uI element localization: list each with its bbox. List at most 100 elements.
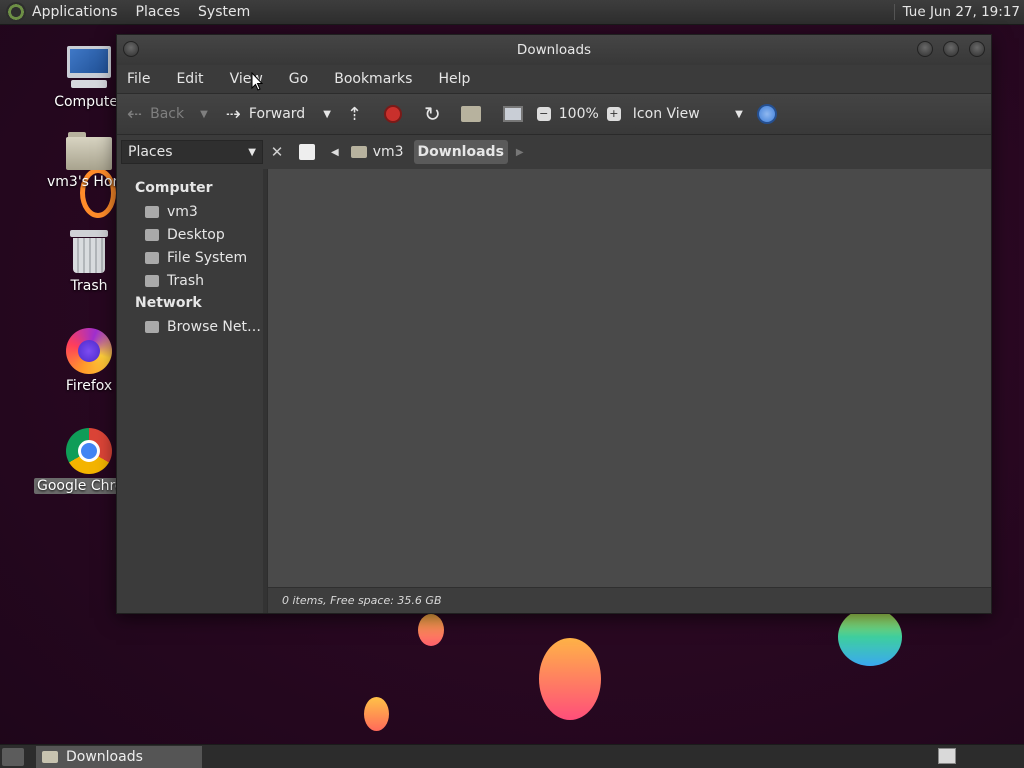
distro-logo-icon[interactable] xyxy=(6,2,26,22)
desktop-folder-icon xyxy=(145,228,159,241)
sidebar-item-label: File System xyxy=(167,249,248,266)
reload-icon: ↻ xyxy=(424,102,441,126)
panel-clock[interactable]: Tue Jun 27, 19:17 xyxy=(893,4,1020,20)
trash-icon xyxy=(70,228,108,274)
menu-go[interactable]: Go xyxy=(289,71,308,87)
zoom-in-button[interactable]: + xyxy=(606,107,621,121)
crumb-label: vm3 xyxy=(372,144,404,160)
search-button[interactable] xyxy=(756,104,777,124)
close-sidebar-icon[interactable]: ✕ xyxy=(267,143,287,161)
computer-icon xyxy=(65,46,113,90)
bottom-panel: Downloads xyxy=(0,744,1024,768)
top-panel: Applications Places System Tue Jun 27, 1… xyxy=(0,0,1024,25)
zoom-out-button[interactable]: − xyxy=(536,107,551,121)
panel-menu-system[interactable]: System xyxy=(198,4,250,20)
desktop-icon-label: Trash xyxy=(70,278,108,294)
panel-menu-places[interactable]: Places xyxy=(136,4,181,20)
wallpaper-bubble xyxy=(418,614,444,646)
sidebar-mode-select[interactable]: Places ▼ xyxy=(121,140,263,164)
view-mode-select[interactable]: Icon View ▼ xyxy=(633,106,743,122)
home-button[interactable] xyxy=(460,106,481,122)
stop-icon xyxy=(384,105,402,123)
chevron-down-icon: ▼ xyxy=(735,108,743,120)
up-button[interactable]: ⇡ xyxy=(347,104,370,125)
sidebar-item-label: vm3 xyxy=(167,203,198,220)
view-mode-value: Icon View xyxy=(632,106,700,122)
location-bar: Places ▼ ✕ ◀ vm3 Downloads ▶ xyxy=(117,135,991,169)
menu-edit[interactable]: Edit xyxy=(176,71,203,87)
window-title: Downloads xyxy=(516,42,592,58)
forward-arrow-icon: ⇢ xyxy=(225,103,241,125)
workspace-switcher-icon[interactable] xyxy=(938,748,956,764)
sidebar-heading-network: Network xyxy=(135,295,202,311)
toolbar: ⇠ Back ▼ ⇢ Forward ▼ ⇡ ↻ − 100% + Icon V… xyxy=(117,93,991,135)
window-titlebar[interactable]: Downloads xyxy=(117,35,991,65)
network-icon xyxy=(145,320,159,333)
home-folder-icon xyxy=(460,106,481,122)
trash-icon xyxy=(145,274,159,287)
sidebar-item-trash[interactable]: Trash xyxy=(117,269,263,292)
sidebar-item-desktop[interactable]: Desktop xyxy=(117,223,263,246)
folder-icon xyxy=(42,750,58,763)
forward-button[interactable]: ⇢ Forward ▼ xyxy=(226,104,331,125)
chevron-down-icon[interactable]: ▼ xyxy=(200,109,208,120)
computer-icon xyxy=(502,106,523,122)
sidebar-item-label: Desktop xyxy=(167,226,225,243)
drive-icon xyxy=(145,251,159,264)
sidebar-item-label: Trash xyxy=(167,272,204,289)
mouse-cursor-icon xyxy=(251,72,263,91)
window-content: Computer vm3 Desktop File System Trash N… xyxy=(117,169,991,613)
edit-location-icon[interactable] xyxy=(299,144,315,160)
zoom-in-icon: + xyxy=(606,107,621,121)
close-icon[interactable] xyxy=(969,41,985,57)
menu-bookmarks[interactable]: Bookmarks xyxy=(334,71,412,87)
computer-button[interactable] xyxy=(502,106,523,122)
wallpaper-bubble xyxy=(539,638,601,720)
back-button[interactable]: ⇠ Back ▼ xyxy=(127,104,208,125)
crumb-downloads[interactable]: Downloads xyxy=(413,140,508,164)
search-icon xyxy=(756,104,777,124)
back-arrow-icon: ⇠ xyxy=(127,103,143,125)
crumb-label: Downloads xyxy=(417,144,504,160)
desktop-icon-label: Firefox xyxy=(65,378,113,394)
reload-button[interactable]: ↻ xyxy=(424,102,449,126)
crumb-right-icon[interactable]: ▶ xyxy=(516,147,524,158)
menu-file[interactable]: File xyxy=(127,71,150,87)
sidebar-mode-value: Places xyxy=(128,144,173,160)
forward-label: Forward xyxy=(248,106,306,122)
chevron-down-icon[interactable]: ▼ xyxy=(323,109,331,120)
wallpaper-bubble xyxy=(838,608,902,666)
panel-menu-applications[interactable]: Applications xyxy=(32,4,118,20)
chevron-down-icon: ▼ xyxy=(248,146,256,158)
places-sidebar: Computer vm3 Desktop File System Trash N… xyxy=(117,169,267,613)
maximize-icon[interactable] xyxy=(943,41,959,57)
sidebar-item-browse-network[interactable]: Browse Net… xyxy=(117,315,263,338)
file-manager-window: Downloads File Edit View Go Bookmarks He… xyxy=(116,34,992,614)
sidebar-item-file-system[interactable]: File System xyxy=(117,246,263,269)
file-view-pane[interactable]: 0 items, Free space: 35.6 GB xyxy=(267,169,991,613)
sidebar-heading-computer: Computer xyxy=(135,180,213,196)
show-desktop-icon[interactable] xyxy=(2,747,24,766)
crumb-vm3[interactable]: vm3 xyxy=(347,140,408,164)
zoom-level: 100% xyxy=(558,106,599,122)
window-menu-icon[interactable] xyxy=(123,41,139,57)
home-folder-icon xyxy=(145,205,159,218)
menu-help[interactable]: Help xyxy=(438,71,470,87)
status-bar: 0 items, Free space: 35.6 GB xyxy=(268,587,991,613)
up-arrow-icon: ⇡ xyxy=(346,103,362,125)
minimize-icon[interactable] xyxy=(917,41,933,57)
stop-button[interactable] xyxy=(384,105,402,123)
zoom-out-icon: − xyxy=(536,107,551,121)
home-folder-icon xyxy=(350,146,367,158)
crumb-left-icon[interactable]: ◀ xyxy=(331,147,339,158)
firefox-icon xyxy=(66,328,112,374)
taskbar-button-label: Downloads xyxy=(66,748,143,765)
menubar: File Edit View Go Bookmarks Help xyxy=(117,65,991,93)
chrome-icon xyxy=(66,428,112,474)
sidebar-item-vm3[interactable]: vm3 xyxy=(117,200,263,223)
back-label: Back xyxy=(150,106,185,122)
wallpaper-bubble xyxy=(364,697,389,731)
taskbar-button-downloads[interactable]: Downloads xyxy=(36,745,202,768)
home-folder-icon xyxy=(66,130,112,170)
sidebar-item-label: Browse Net… xyxy=(167,318,262,335)
